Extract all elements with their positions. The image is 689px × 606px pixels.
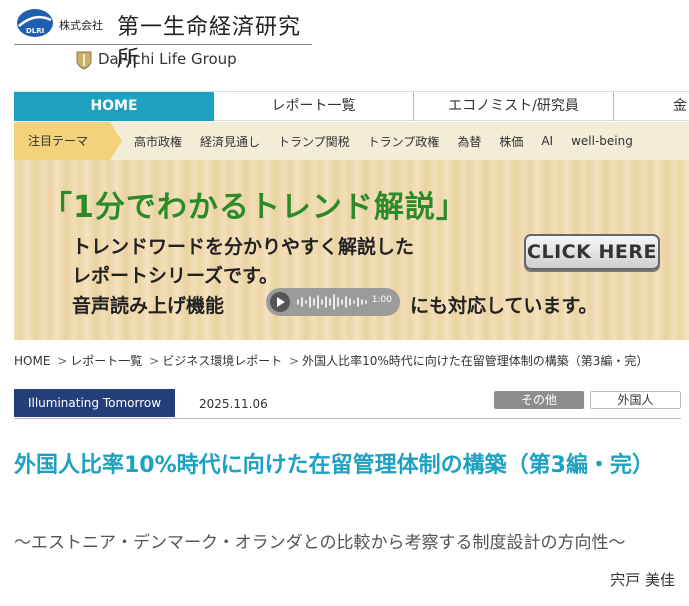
- chevron-right-icon: >: [289, 354, 300, 368]
- nav-economists[interactable]: エコノミスト/研究員: [414, 92, 614, 121]
- logo-divider: [14, 44, 312, 45]
- topic-link[interactable]: well-being: [562, 134, 642, 148]
- banner-line: トレンドワードを分かりやすく解説した: [72, 236, 415, 258]
- topic-link[interactable]: 株価: [490, 133, 532, 150]
- play-icon: [270, 292, 290, 312]
- group-name: Dai-ichi Life Group: [98, 50, 237, 68]
- nav-home[interactable]: HOME: [14, 92, 214, 121]
- banner-line: にも対応しています。: [410, 295, 598, 317]
- logo-company-prefix: 株式会社: [59, 19, 103, 32]
- breadcrumb-report-list[interactable]: レポート一覧: [70, 354, 142, 368]
- breadcrumb: HOME > レポート一覧 > ビジネス環境レポート > 外国人比率10%時代に向けた…: [14, 352, 689, 369]
- banner-title: 「1分でわかるトレンド解説」: [42, 190, 467, 225]
- audio-player-graphic: 1:00: [266, 288, 400, 316]
- topic-link[interactable]: 経済見通し: [191, 133, 269, 150]
- trend-banner[interactable]: 「1分でわかるトレンド解説」 トレンドワードを分かりやすく解説した レポートシリ…: [14, 160, 689, 340]
- svg-text:DLRI: DLRI: [26, 27, 44, 35]
- category-badge[interactable]: その他: [494, 391, 584, 409]
- dlri-logo-icon: DLRI: [17, 9, 53, 37]
- article-title: 外国人比率10%時代に向けた在留管理体制の構築（第3編・完）: [14, 453, 654, 478]
- nav-more[interactable]: 金: [614, 92, 689, 121]
- waveform-icon: [297, 294, 367, 310]
- click-here-button[interactable]: CLICK HERE: [524, 234, 660, 270]
- audio-duration: 1:00: [371, 295, 392, 305]
- series-badge[interactable]: Illuminating Tomorrow: [14, 389, 175, 417]
- topic-bar-label: 注目テーマ: [14, 122, 122, 160]
- breadcrumb-home[interactable]: HOME: [14, 354, 50, 368]
- tag-badge[interactable]: 外国人: [590, 391, 681, 409]
- banner-line: 音声読み上げ機能: [72, 295, 225, 317]
- article-subtitle: ～エストニア・デンマーク・オランダとの比較から考察する制度設計の方向性～: [14, 533, 626, 553]
- topic-link[interactable]: AI: [532, 134, 562, 148]
- nav-report-list[interactable]: レポート一覧: [214, 92, 414, 121]
- site-logo[interactable]: DLRI 株式会社 第一生命経済研究所 Dai-ichi Life Group: [14, 6, 314, 72]
- shield-icon: [76, 51, 92, 70]
- chevron-right-icon: >: [149, 354, 160, 368]
- breadcrumb-category[interactable]: ビジネス環境レポート: [162, 354, 282, 368]
- breadcrumb-current: 外国人比率10%時代に向けた在留管理体制の構築（第3編・完）: [302, 354, 649, 368]
- topic-link[interactable]: 為替: [448, 133, 490, 150]
- chevron-right-icon: >: [57, 354, 68, 368]
- main-nav: HOME レポート一覧 エコノミスト/研究員 金: [14, 91, 689, 121]
- article-meta: Illuminating Tomorrow 2025.11.06 その他 外国人: [14, 389, 681, 419]
- topic-bar: 注目テーマ 高市政権 経済見通し トランプ関税 トランプ政権 為替 株価 AI …: [14, 122, 689, 160]
- publish-date: 2025.11.06: [199, 397, 268, 411]
- topic-link[interactable]: トランプ関税: [269, 133, 359, 150]
- topic-link[interactable]: 高市政権: [110, 133, 191, 150]
- topic-link[interactable]: トランプ政権: [359, 133, 449, 150]
- author-name[interactable]: 宍戸 美佳: [610, 569, 675, 590]
- banner-line: レポートシリーズです。: [72, 265, 279, 287]
